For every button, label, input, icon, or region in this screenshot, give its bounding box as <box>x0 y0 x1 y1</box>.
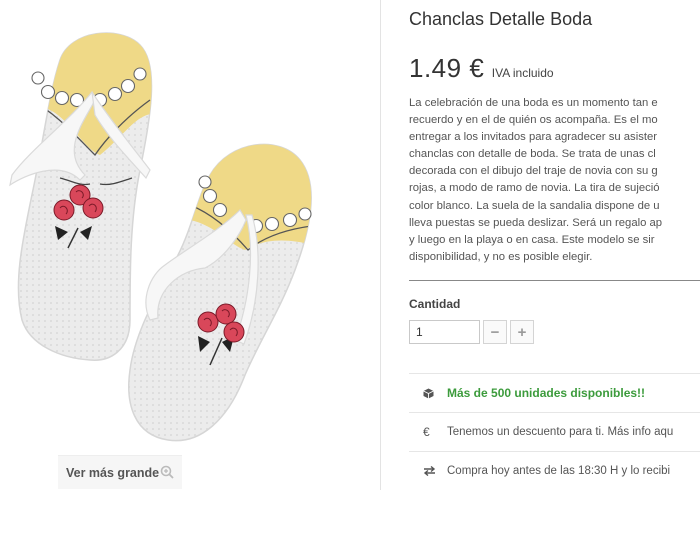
zoom-in-icon <box>160 465 174 479</box>
panel-divider <box>380 0 381 490</box>
tax-note: IVA incluido <box>491 66 554 80</box>
shipping-text: Compra hoy antes de las 18:30 H y lo rec… <box>447 465 671 477</box>
euro-icon: € <box>423 425 430 439</box>
discount-text: Tenemos un descuento para ti. Más info a… <box>447 426 674 438</box>
description-line: rojas, a modo de ramo de novia. La tira … <box>409 182 660 195</box>
quantity-increase-button[interactable]: + <box>510 320 534 344</box>
description-line: decorada con el dibujo del traje de novi… <box>409 165 658 178</box>
quantity-label: Cantidad <box>409 297 461 311</box>
description-line: color blanco. La suela de la sandalia di… <box>409 199 660 212</box>
description-line: La celebración de una boda es un momento… <box>409 97 658 109</box>
product-title: Chanclas Detalle Boda <box>409 9 593 29</box>
shipping-info: Compra hoy antes de las 18:30 H y lo rec… <box>409 452 700 490</box>
product-price: 1.49 € <box>409 53 485 83</box>
product-image-panel <box>0 0 380 490</box>
stock-text: Más de 500 unidades disponibles!! <box>447 386 646 400</box>
description-line: lleva puestas se pueda deslizar. Será un… <box>409 216 663 229</box>
section-divider <box>409 280 700 281</box>
product-info-box: Más de 500 unidades disponibles!! € Tene… <box>409 373 700 490</box>
quantity-input[interactable] <box>409 320 480 344</box>
quantity-decrease-button[interactable]: − <box>483 320 507 344</box>
product-description: La celebración de una boda es un momento… <box>409 95 700 266</box>
exchange-arrows-icon <box>423 466 447 476</box>
product-details: Chanclas Detalle Boda 1.49 € IVA incluid… <box>409 0 700 490</box>
box-icon <box>423 388 447 399</box>
view-larger-label: Ver más grande <box>66 465 160 480</box>
stock-availability: Más de 500 unidades disponibles!! <box>409 374 700 413</box>
description-line: y luego en la playa o en casa. Este mode… <box>409 233 655 246</box>
description-line: disponibilidad, y no es posible elegir. <box>409 250 593 263</box>
description-line: chanclas con detalle de boda. Se trata d… <box>409 148 656 161</box>
product-image[interactable] <box>0 0 380 490</box>
description-line: entregar a los invitados para agradecer … <box>409 131 658 144</box>
view-larger-button[interactable]: Ver más grande <box>58 455 182 489</box>
discount-info-link[interactable]: € Tenemos un descuento para ti. Más info… <box>409 413 700 452</box>
price-row: 1.49 € IVA incluido <box>409 53 554 84</box>
description-line: recuerdo y en el de quién os acompaña. E… <box>409 114 658 127</box>
